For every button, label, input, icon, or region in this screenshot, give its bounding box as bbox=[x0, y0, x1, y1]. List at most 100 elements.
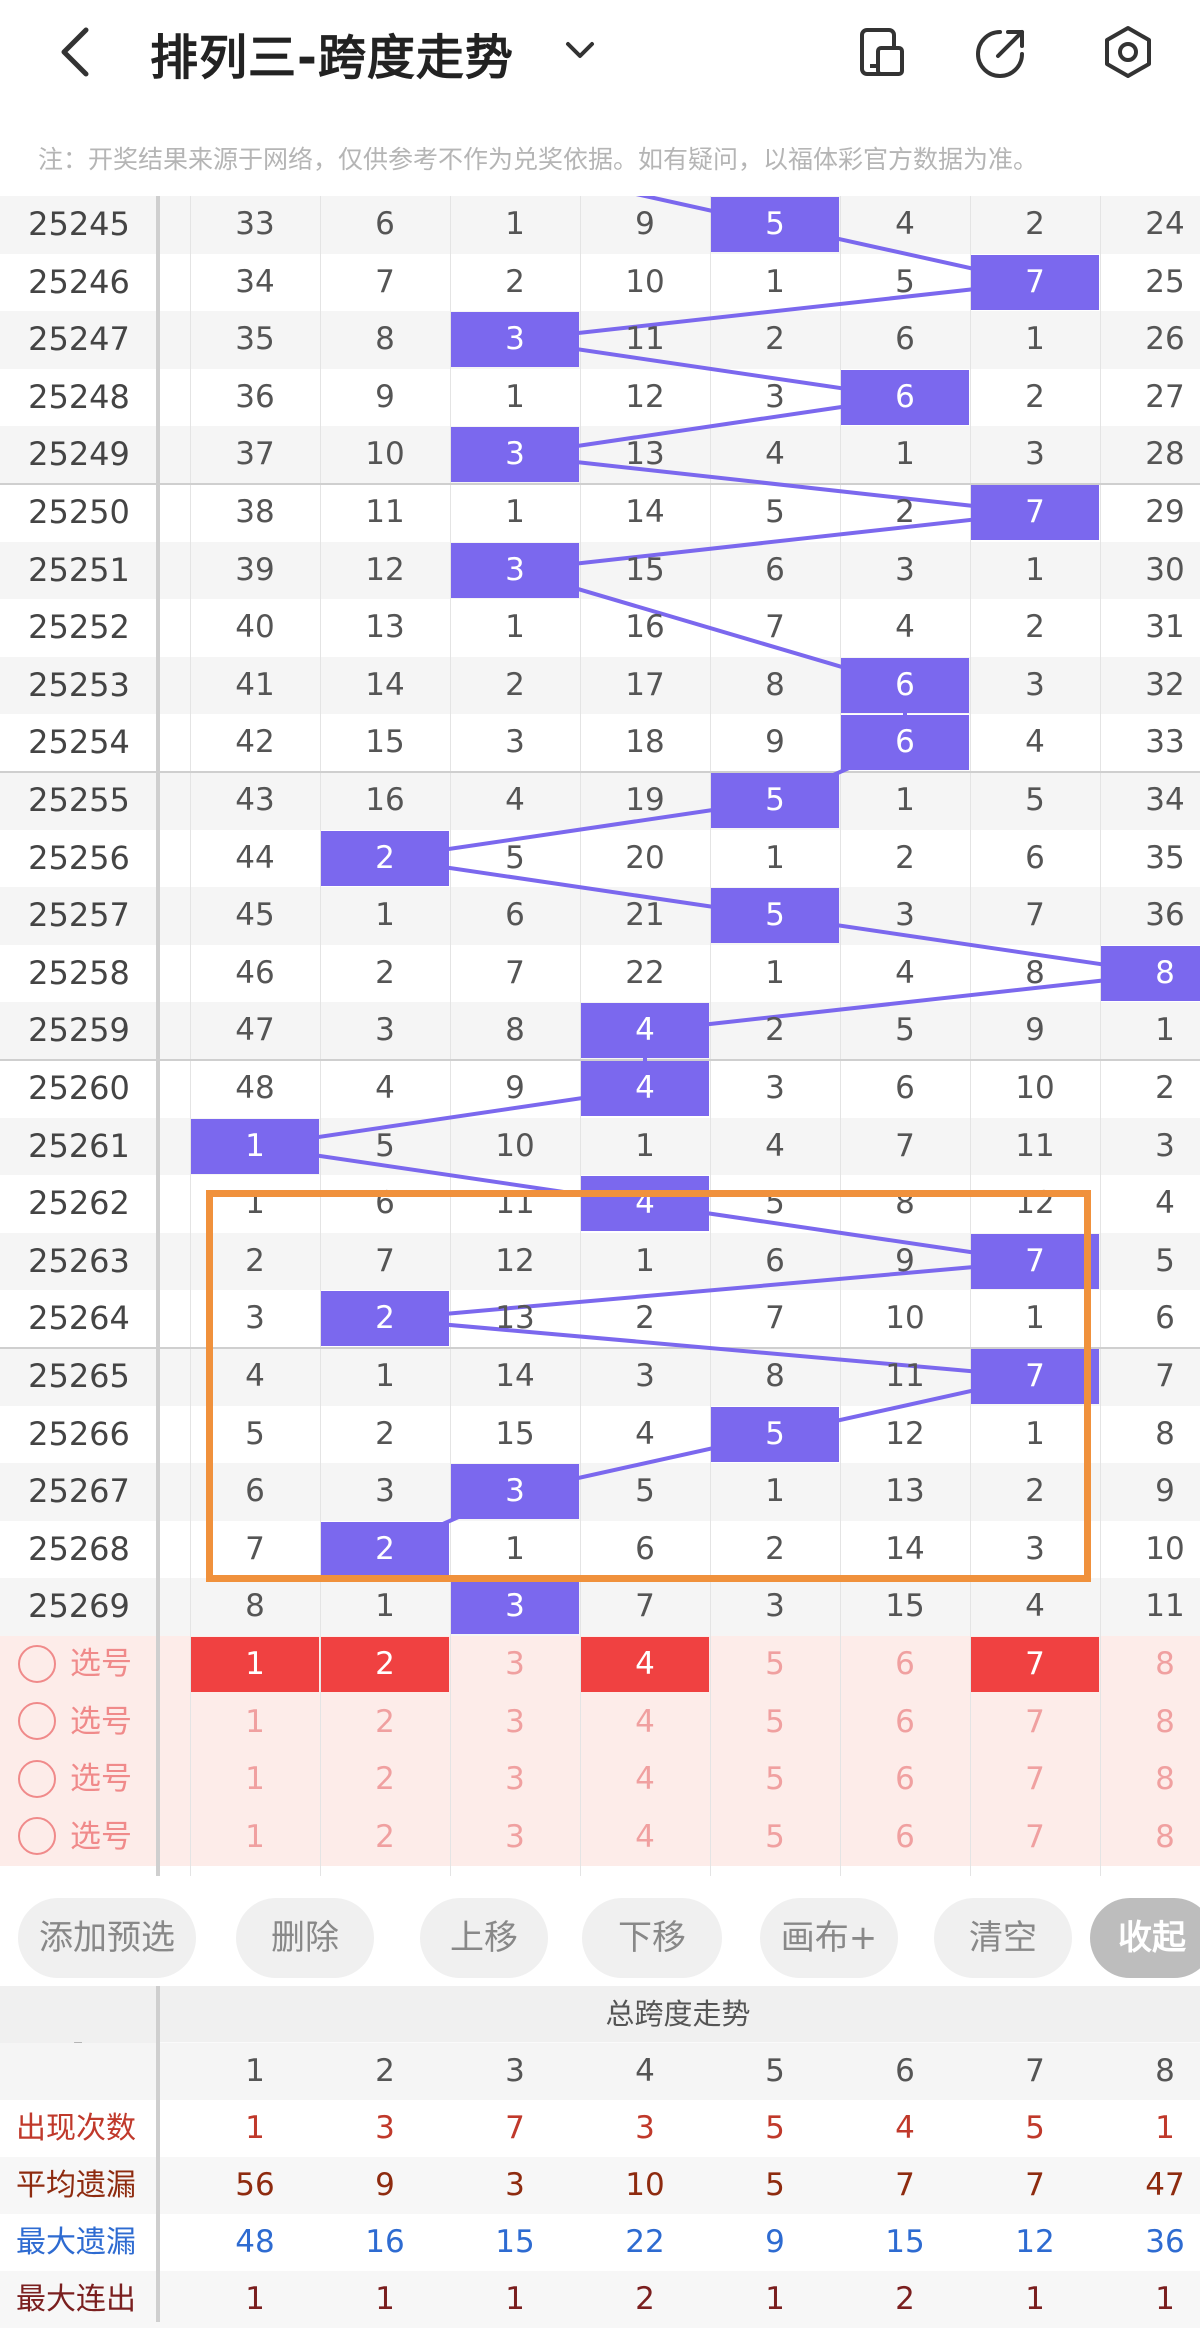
omission-value: 4 bbox=[765, 436, 785, 473]
select-number[interactable]: 2 bbox=[320, 1751, 450, 1809]
selected-number[interactable]: 1 bbox=[190, 1636, 320, 1694]
select-number[interactable]: 4 bbox=[580, 1694, 710, 1752]
omission-value: 3 bbox=[765, 1588, 785, 1625]
select-number[interactable]: 6 bbox=[840, 1809, 970, 1867]
issue-number: 25268 bbox=[28, 1529, 130, 1568]
stats-column-label: 6 bbox=[895, 2053, 915, 2089]
select-number[interactable]: 8 bbox=[1100, 1809, 1200, 1867]
selected-number[interactable]: 7 bbox=[970, 1636, 1100, 1694]
select-number[interactable]: 8 bbox=[1100, 1694, 1200, 1752]
omission-value: 28 bbox=[1145, 436, 1185, 473]
omission-value: 2 bbox=[1025, 609, 1045, 646]
hit-value: 5 bbox=[765, 782, 785, 818]
select-number[interactable]: 7 bbox=[970, 1809, 1100, 1867]
select-number[interactable]: 3 bbox=[450, 1694, 580, 1752]
omission-value: 1 bbox=[1025, 551, 1045, 588]
omission-value: 8 bbox=[375, 321, 395, 358]
page-title[interactable]: 排列三-跨度走势 bbox=[150, 18, 514, 88]
add-preselect-button[interactable]: 添加预选 bbox=[18, 1898, 196, 1978]
omission-value: 14 bbox=[625, 494, 665, 530]
omission-value: 3 bbox=[895, 551, 915, 588]
delete-button[interactable]: 删除 bbox=[236, 1898, 374, 1978]
stats-value: 5 bbox=[1025, 2110, 1045, 2146]
omission-value: 35 bbox=[235, 321, 275, 358]
stats-row-label: 平均遗漏 bbox=[16, 2168, 136, 2203]
move-up-button[interactable]: 上移 bbox=[420, 1898, 548, 1978]
select-number[interactable]: 2 bbox=[320, 1694, 450, 1752]
omission-value: 5 bbox=[505, 839, 525, 876]
omission-value: 3 bbox=[1025, 666, 1045, 703]
omission-value: 16 bbox=[365, 782, 405, 818]
select-number[interactable]: 1 bbox=[190, 1751, 320, 1809]
omission-value: 1 bbox=[505, 206, 525, 242]
omission-value: 7 bbox=[505, 954, 525, 991]
issue-number: 25264 bbox=[28, 1299, 130, 1338]
omission-value: 1 bbox=[505, 378, 525, 415]
back-icon[interactable] bbox=[48, 22, 108, 82]
omission-value: 46 bbox=[235, 954, 275, 991]
highlight-box bbox=[206, 1190, 1091, 1582]
settings-icon[interactable] bbox=[1098, 22, 1158, 82]
omission-value: 5 bbox=[375, 1127, 395, 1164]
omission-value: 4 bbox=[895, 954, 915, 991]
issue-number: 25266 bbox=[28, 1414, 130, 1453]
canvas-plus-button[interactable]: 画布+ bbox=[760, 1898, 898, 1978]
select-number[interactable]: 4 bbox=[580, 1809, 710, 1867]
select-number[interactable]: 5 bbox=[710, 1751, 840, 1809]
select-number[interactable]: 5 bbox=[710, 1636, 840, 1694]
omission-value: 3 bbox=[765, 378, 785, 415]
collapse-button[interactable]: 收起 bbox=[1090, 1898, 1200, 1978]
select-number[interactable]: 6 bbox=[840, 1636, 970, 1694]
select-number[interactable]: 3 bbox=[450, 1751, 580, 1809]
omission-value: 24 bbox=[1145, 206, 1185, 242]
stats-column-label: 5 bbox=[765, 2053, 785, 2089]
issue-number: 25245 bbox=[28, 205, 130, 243]
omission-value: 2 bbox=[1025, 206, 1045, 242]
omission-value: 15 bbox=[885, 1588, 925, 1625]
omission-value: 47 bbox=[235, 1012, 275, 1049]
issue-number: 25249 bbox=[28, 435, 130, 474]
action-toolbar: 添加预选 删除 上移 下移 画布+ 清空 收起 bbox=[0, 1876, 1200, 1986]
omission-value: 27 bbox=[1145, 378, 1185, 415]
omission-value: 25 bbox=[1145, 263, 1185, 300]
stats-value: 3 bbox=[375, 2110, 395, 2146]
omission-value: 9 bbox=[1155, 1473, 1175, 1510]
omission-value: 4 bbox=[505, 782, 525, 818]
select-number[interactable]: 5 bbox=[710, 1809, 840, 1867]
select-number[interactable]: 6 bbox=[840, 1694, 970, 1752]
move-down-button[interactable]: 下移 bbox=[582, 1898, 722, 1978]
selected-number[interactable]: 4 bbox=[580, 1636, 710, 1694]
select-number[interactable]: 3 bbox=[450, 1636, 580, 1694]
omission-value: 6 bbox=[895, 1070, 915, 1106]
phone-icon[interactable] bbox=[852, 22, 912, 82]
omission-value: 1 bbox=[375, 1588, 395, 1625]
stats-value: 47 bbox=[1145, 2167, 1185, 2203]
select-number[interactable]: 8 bbox=[1100, 1751, 1200, 1809]
issue-number: 25258 bbox=[28, 953, 130, 992]
stats-row: 出现次数 1 3 7 3 5 4 5 1 bbox=[0, 2100, 1200, 2157]
select-number[interactable]: 5 bbox=[710, 1694, 840, 1752]
select-number[interactable]: 7 bbox=[970, 1751, 1100, 1809]
issue-number: 25259 bbox=[28, 1011, 130, 1050]
omission-value: 7 bbox=[895, 1127, 915, 1164]
stats-value: 16 bbox=[365, 2224, 405, 2260]
hit-value: 5 bbox=[765, 206, 785, 242]
select-number[interactable]: 4 bbox=[580, 1751, 710, 1809]
stats-value: 1 bbox=[505, 2281, 525, 2317]
issue-number: 25247 bbox=[28, 320, 130, 359]
clear-button[interactable]: 清空 bbox=[934, 1898, 1072, 1978]
omission-value: 4 bbox=[765, 1127, 785, 1164]
select-number[interactable]: 8 bbox=[1100, 1636, 1200, 1694]
select-number[interactable]: 3 bbox=[450, 1809, 580, 1867]
select-number[interactable]: 1 bbox=[190, 1694, 320, 1752]
selected-number[interactable]: 2 bbox=[320, 1636, 450, 1694]
omission-value: 31 bbox=[1145, 609, 1185, 646]
select-number[interactable]: 7 bbox=[970, 1694, 1100, 1752]
hit-value: 3 bbox=[505, 436, 525, 473]
chevron-down-icon[interactable] bbox=[560, 30, 600, 70]
select-number[interactable]: 6 bbox=[840, 1751, 970, 1809]
share-icon[interactable] bbox=[972, 22, 1032, 82]
select-number[interactable]: 1 bbox=[190, 1809, 320, 1867]
select-number[interactable]: 2 bbox=[320, 1809, 450, 1867]
stats-value: 1 bbox=[1155, 2281, 1175, 2317]
